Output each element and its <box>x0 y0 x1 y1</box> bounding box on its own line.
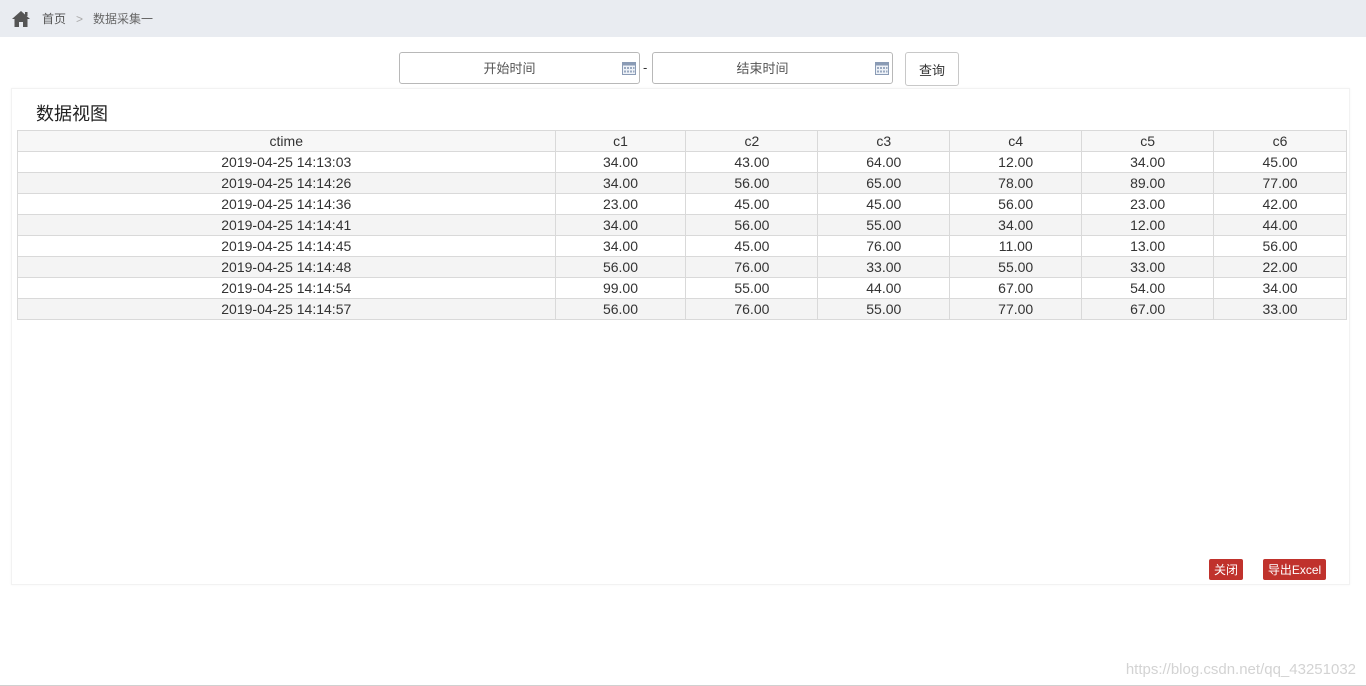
table-cell: 45.00 <box>1213 151 1347 173</box>
table-cell: 34.00 <box>949 214 1083 236</box>
calendar-icon[interactable] <box>622 62 636 75</box>
table-cell: 65.00 <box>817 172 951 194</box>
start-time-input[interactable] <box>400 53 639 83</box>
table-cell: 34.00 <box>554 151 687 173</box>
table-cell: 56.00 <box>949 193 1083 215</box>
table-cell: 2019-04-25 14:14:26 <box>17 172 556 194</box>
breadcrumb-current: 数据采集一 <box>93 12 154 26</box>
table-cell: 2019-04-25 14:14:48 <box>17 256 556 278</box>
data-view-panel: 数据视图 ctime c1 c2 c3 c4 c5 c6 2019-04-25 … <box>11 88 1350 585</box>
column-header[interactable]: c5 <box>1081 130 1215 152</box>
breadcrumb-bar: 首页 > 数据采集一 <box>0 0 1366 37</box>
table-row[interactable]: 2019-04-25 14:14:45 34.00 45.00 76.00 11… <box>17 235 1347 257</box>
table-cell: 56.00 <box>685 214 819 236</box>
table-cell: 2019-04-25 14:14:41 <box>17 214 556 236</box>
table-cell: 99.00 <box>554 277 687 299</box>
table-cell: 44.00 <box>817 277 951 299</box>
table-cell: 56.00 <box>554 298 687 320</box>
column-header[interactable]: c1 <box>554 130 687 152</box>
filter-row: - 查询 <box>0 52 1366 86</box>
table-cell: 76.00 <box>817 235 951 257</box>
table-cell: 45.00 <box>817 193 951 215</box>
table-cell: 12.00 <box>1081 214 1215 236</box>
table-header-row: ctime c1 c2 c3 c4 c5 c6 <box>17 130 1347 152</box>
end-time-input[interactable] <box>653 53 892 83</box>
table-cell: 34.00 <box>1213 277 1347 299</box>
table-cell: 55.00 <box>685 277 819 299</box>
table-cell: 54.00 <box>1081 277 1215 299</box>
column-header[interactable]: c4 <box>949 130 1083 152</box>
table-row[interactable]: 2019-04-25 14:14:41 34.00 56.00 55.00 34… <box>17 214 1347 236</box>
table-row[interactable]: 2019-04-25 14:13:03 34.00 43.00 64.00 12… <box>17 151 1347 173</box>
table-row[interactable]: 2019-04-25 14:14:48 56.00 76.00 33.00 55… <box>17 256 1347 278</box>
watermark: https://blog.csdn.net/qq_43251032 <box>1125 661 1356 678</box>
table-cell: 34.00 <box>554 235 687 257</box>
table-cell: 76.00 <box>685 298 819 320</box>
table-cell: 56.00 <box>685 172 819 194</box>
table-cell: 55.00 <box>817 214 951 236</box>
table-cell: 33.00 <box>1081 256 1215 278</box>
table-cell: 76.00 <box>685 256 819 278</box>
table-cell: 67.00 <box>949 277 1083 299</box>
query-button[interactable]: 查询 <box>905 52 959 86</box>
home-icon[interactable] <box>11 10 31 28</box>
table-cell: 56.00 <box>1213 235 1347 257</box>
table-cell: 45.00 <box>685 235 819 257</box>
table-cell: 33.00 <box>817 256 951 278</box>
table-cell: 56.00 <box>554 256 687 278</box>
table-cell: 34.00 <box>554 214 687 236</box>
export-excel-button[interactable]: 导出Excel <box>1263 559 1326 580</box>
table-cell: 2019-04-25 14:13:03 <box>17 151 556 173</box>
table-cell: 2019-04-25 14:14:57 <box>17 298 556 320</box>
table-cell: 55.00 <box>949 256 1083 278</box>
table-cell: 11.00 <box>949 235 1083 257</box>
table-cell: 13.00 <box>1081 235 1215 257</box>
table-cell: 67.00 <box>1081 298 1215 320</box>
column-header[interactable]: c2 <box>685 130 819 152</box>
table-cell: 22.00 <box>1213 256 1347 278</box>
breadcrumb-home-link[interactable]: 首页 <box>42 10 66 27</box>
table-cell: 45.00 <box>685 193 819 215</box>
table-cell: 33.00 <box>1213 298 1347 320</box>
table-cell: 64.00 <box>817 151 951 173</box>
table-cell: 55.00 <box>817 298 951 320</box>
start-time-field[interactable] <box>399 52 640 84</box>
table-cell: 12.00 <box>949 151 1083 173</box>
table-cell: 42.00 <box>1213 193 1347 215</box>
panel-title: 数据视图 <box>36 104 108 124</box>
close-button[interactable]: 关闭 <box>1209 559 1243 580</box>
table-cell: 23.00 <box>554 193 687 215</box>
date-range-dash: - <box>643 60 648 75</box>
table-row[interactable]: 2019-04-25 14:14:54 99.00 55.00 44.00 67… <box>17 277 1347 299</box>
column-header[interactable]: c3 <box>817 130 951 152</box>
breadcrumb-separator: > <box>76 11 84 26</box>
table-cell: 2019-04-25 14:14:36 <box>17 193 556 215</box>
table-cell: 78.00 <box>949 172 1083 194</box>
table-cell: 2019-04-25 14:14:54 <box>17 277 556 299</box>
table-cell: 77.00 <box>949 298 1083 320</box>
data-table: ctime c1 c2 c3 c4 c5 c6 2019-04-25 14:13… <box>17 130 1347 320</box>
table-row[interactable]: 2019-04-25 14:14:57 56.00 76.00 55.00 77… <box>17 298 1347 320</box>
table-cell: 44.00 <box>1213 214 1347 236</box>
column-header[interactable]: ctime <box>17 130 556 152</box>
column-header[interactable]: c6 <box>1213 130 1347 152</box>
table-cell: 77.00 <box>1213 172 1347 194</box>
table-cell: 89.00 <box>1081 172 1215 194</box>
table-row[interactable]: 2019-04-25 14:14:36 23.00 45.00 45.00 56… <box>17 193 1347 215</box>
table-cell: 34.00 <box>554 172 687 194</box>
table-row[interactable]: 2019-04-25 14:14:26 34.00 56.00 65.00 78… <box>17 172 1347 194</box>
table-cell: 43.00 <box>685 151 819 173</box>
table-cell: 34.00 <box>1081 151 1215 173</box>
calendar-icon[interactable] <box>875 62 889 75</box>
table-cell: 23.00 <box>1081 193 1215 215</box>
end-time-field[interactable] <box>652 52 893 84</box>
table-cell: 2019-04-25 14:14:45 <box>17 235 556 257</box>
